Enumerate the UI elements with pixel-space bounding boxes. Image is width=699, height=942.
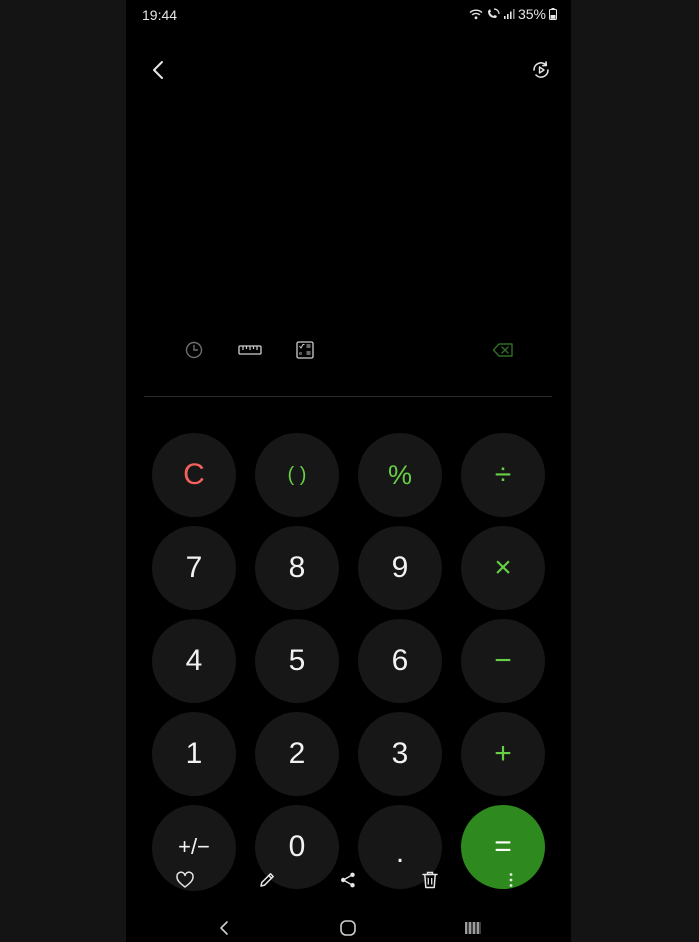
- clear-button[interactable]: C: [152, 433, 236, 517]
- digit-3-button[interactable]: 3: [358, 712, 442, 796]
- calculator-screen: 19:44 35% e C () % ÷ 7 8 9 × 4 5 6 − 1 …: [126, 0, 571, 942]
- parentheses-button[interactable]: ( ): [255, 433, 339, 517]
- decimal-button-label: .: [395, 836, 405, 869]
- digit-6-button[interactable]: 6: [358, 619, 442, 703]
- plus-button[interactable]: +: [461, 712, 545, 796]
- nav-recents-icon[interactable]: [458, 916, 488, 940]
- digit-5-button[interactable]: 5: [255, 619, 339, 703]
- digit-7-button[interactable]: 7: [152, 526, 236, 610]
- digit-4-button[interactable]: 4: [152, 619, 236, 703]
- share-icon[interactable]: [334, 866, 362, 894]
- pencil-icon[interactable]: [253, 866, 281, 894]
- system-nav-bar: [126, 912, 571, 942]
- keypad: C ( ) % ÷ 7 8 9 × 4 5 6 − 1 2 3 + +/− 0 …: [126, 0, 571, 942]
- percent-button[interactable]: %: [358, 433, 442, 517]
- heart-icon[interactable]: [171, 866, 199, 894]
- minus-button[interactable]: −: [461, 619, 545, 703]
- multiply-button[interactable]: ×: [461, 526, 545, 610]
- nav-back-icon[interactable]: [209, 916, 239, 940]
- divide-button[interactable]: ÷: [461, 433, 545, 517]
- nav-home-icon[interactable]: [333, 916, 363, 940]
- digit-8-button[interactable]: 8: [255, 526, 339, 610]
- digit-2-button[interactable]: 2: [255, 712, 339, 796]
- digit-9-button[interactable]: 9: [358, 526, 442, 610]
- action-bar: [126, 866, 571, 894]
- digit-1-button[interactable]: 1: [152, 712, 236, 796]
- more-vertical-icon[interactable]: [497, 866, 525, 894]
- trash-icon[interactable]: [416, 866, 444, 894]
